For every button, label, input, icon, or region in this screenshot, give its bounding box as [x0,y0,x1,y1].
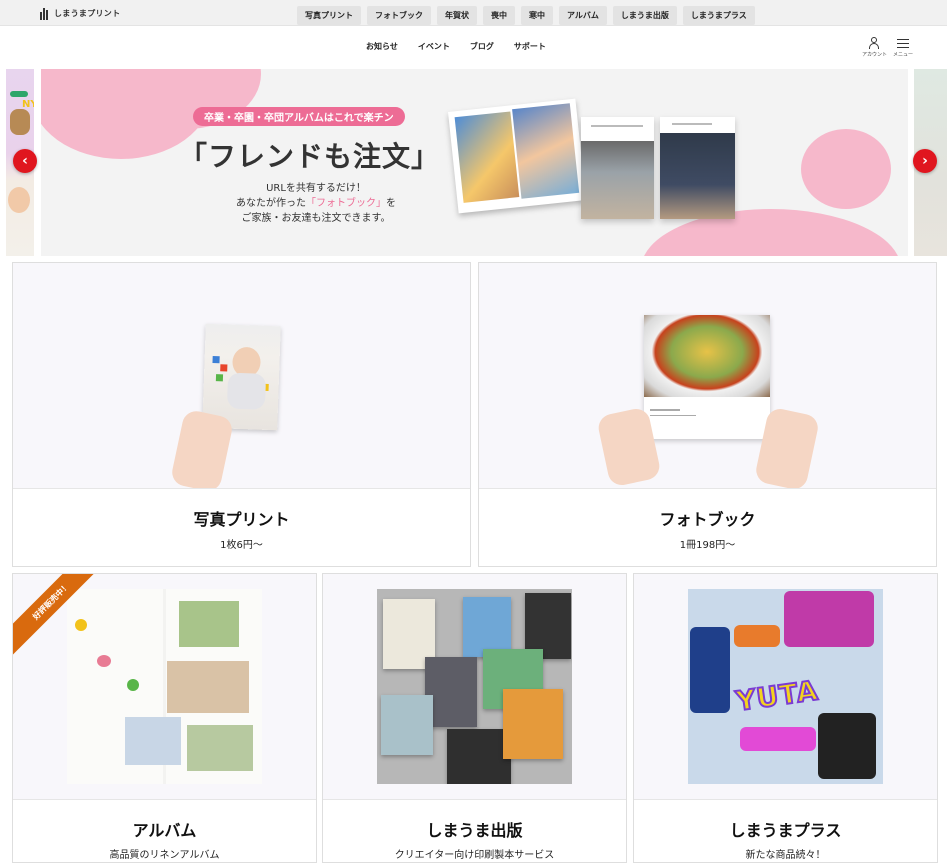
product-title: 写真プリント [193,510,290,529]
top-service-bar: しまうまプリント 写真プリント フォトブック 年賀状 喪中 寒中 アルバム しま… [0,0,947,26]
chevron-right-icon: › [922,153,928,169]
user-icon [868,37,880,49]
product-description: 高品質のリネンアルバム [109,850,220,861]
photobook-cover-image [660,117,735,219]
banner-copy-line3: ご家族・お友達も注文できます。 [241,213,391,224]
tab-shimauma-plus[interactable]: しまうまプラス [682,6,755,25]
product-title: フォトブック [659,510,756,529]
banner-copy-line1: URLを共有するだけ！ [266,183,366,194]
product-title: しまうま出版 [426,821,523,840]
product-image [323,574,626,800]
sticker-text: YUTA [733,674,821,718]
nav-news[interactable]: お知らせ [366,41,398,52]
product-card-album[interactable]: 好評販売中！ アルバム 高品質のリネンアルバム [12,573,317,863]
account-label: アカウント [862,52,888,58]
tab-nengajo[interactable]: 年賀状 [437,6,477,25]
carousel-next-button[interactable]: › [913,149,937,173]
product-title: アルバム [132,821,197,840]
product-image [479,263,936,489]
product-image: YUTA [634,574,937,800]
hero-banner[interactable]: 卒業・卒園・卒団アルバムはこれで楽チン 「フレンドも注文」 URLを共有するだけ… [41,69,908,256]
product-title: しまうまプラス [729,821,842,840]
product-price: 1枚6円〜 [220,540,263,551]
hero-carousel: NY 卒業・卒園・卒団アルバムはこれで楽チン 「フレンドも注文」 URLを共有す… [0,69,947,256]
product-card-shimauma-plus[interactable]: YUTA しまうまプラス 新たな商品続々！ [633,573,938,863]
product-card-shimauma-publishing[interactable]: しまうま出版 クリエイター向け印刷製本サービス [322,573,627,863]
banner-copy-line2: あなたが作った「フォトブック」を [236,198,396,209]
product-card-photobook[interactable]: フォトブック 1冊198円〜 [478,262,937,567]
tab-photobook[interactable]: フォトブック [367,6,431,25]
product-description: 新たな商品続々！ [745,850,826,861]
tab-shimauma-publishing[interactable]: しまうま出版 [612,6,677,25]
tab-kanchu[interactable]: 寒中 [521,6,553,25]
product-price: 1冊198円〜 [679,540,736,551]
product-description: クリエイター向け印刷製本サービス [394,850,555,861]
carousel-prev-button[interactable]: ‹ [13,149,37,173]
logo-icon [40,7,50,20]
secondary-nav: お知らせ イベント ブログ サポート アカウント メニュー [0,27,947,68]
nav-events[interactable]: イベント [418,41,450,52]
banner-tag: 卒業・卒園・卒団アルバムはこれで楽チン [193,107,405,126]
product-image: 好評販売中！ [13,574,316,800]
banner-headline: 「フレンドも注文」 [179,140,441,173]
photobook-cover-image [581,117,654,219]
open-photobook-image [448,98,586,214]
hamburger-icon [897,37,909,49]
chevron-left-icon: ‹ [22,153,28,169]
service-tabs: 写真プリント フォトブック 年賀状 喪中 寒中 アルバム しまうま出版 しまうま… [297,6,755,25]
menu-label: メニュー [892,52,913,58]
nav-blog[interactable]: ブログ [470,41,494,52]
site-logo[interactable]: しまうまプリント [40,7,120,20]
tab-album[interactable]: アルバム [559,6,607,25]
account-button[interactable]: アカウント [862,37,888,58]
logo-text: しまうまプリント [54,9,121,18]
nav-support[interactable]: サポート [514,41,546,52]
product-card-photo-print[interactable]: 写真プリント 1枚6円〜 [12,262,471,567]
banner-copy: URLを共有するだけ！ あなたが作った「フォトブック」を ご家族・お友達も注文で… [206,181,426,226]
product-image [13,263,470,489]
menu-button[interactable]: メニュー [891,37,915,58]
tab-mochu[interactable]: 喪中 [483,6,515,25]
tab-photo-print[interactable]: 写真プリント [297,6,361,25]
